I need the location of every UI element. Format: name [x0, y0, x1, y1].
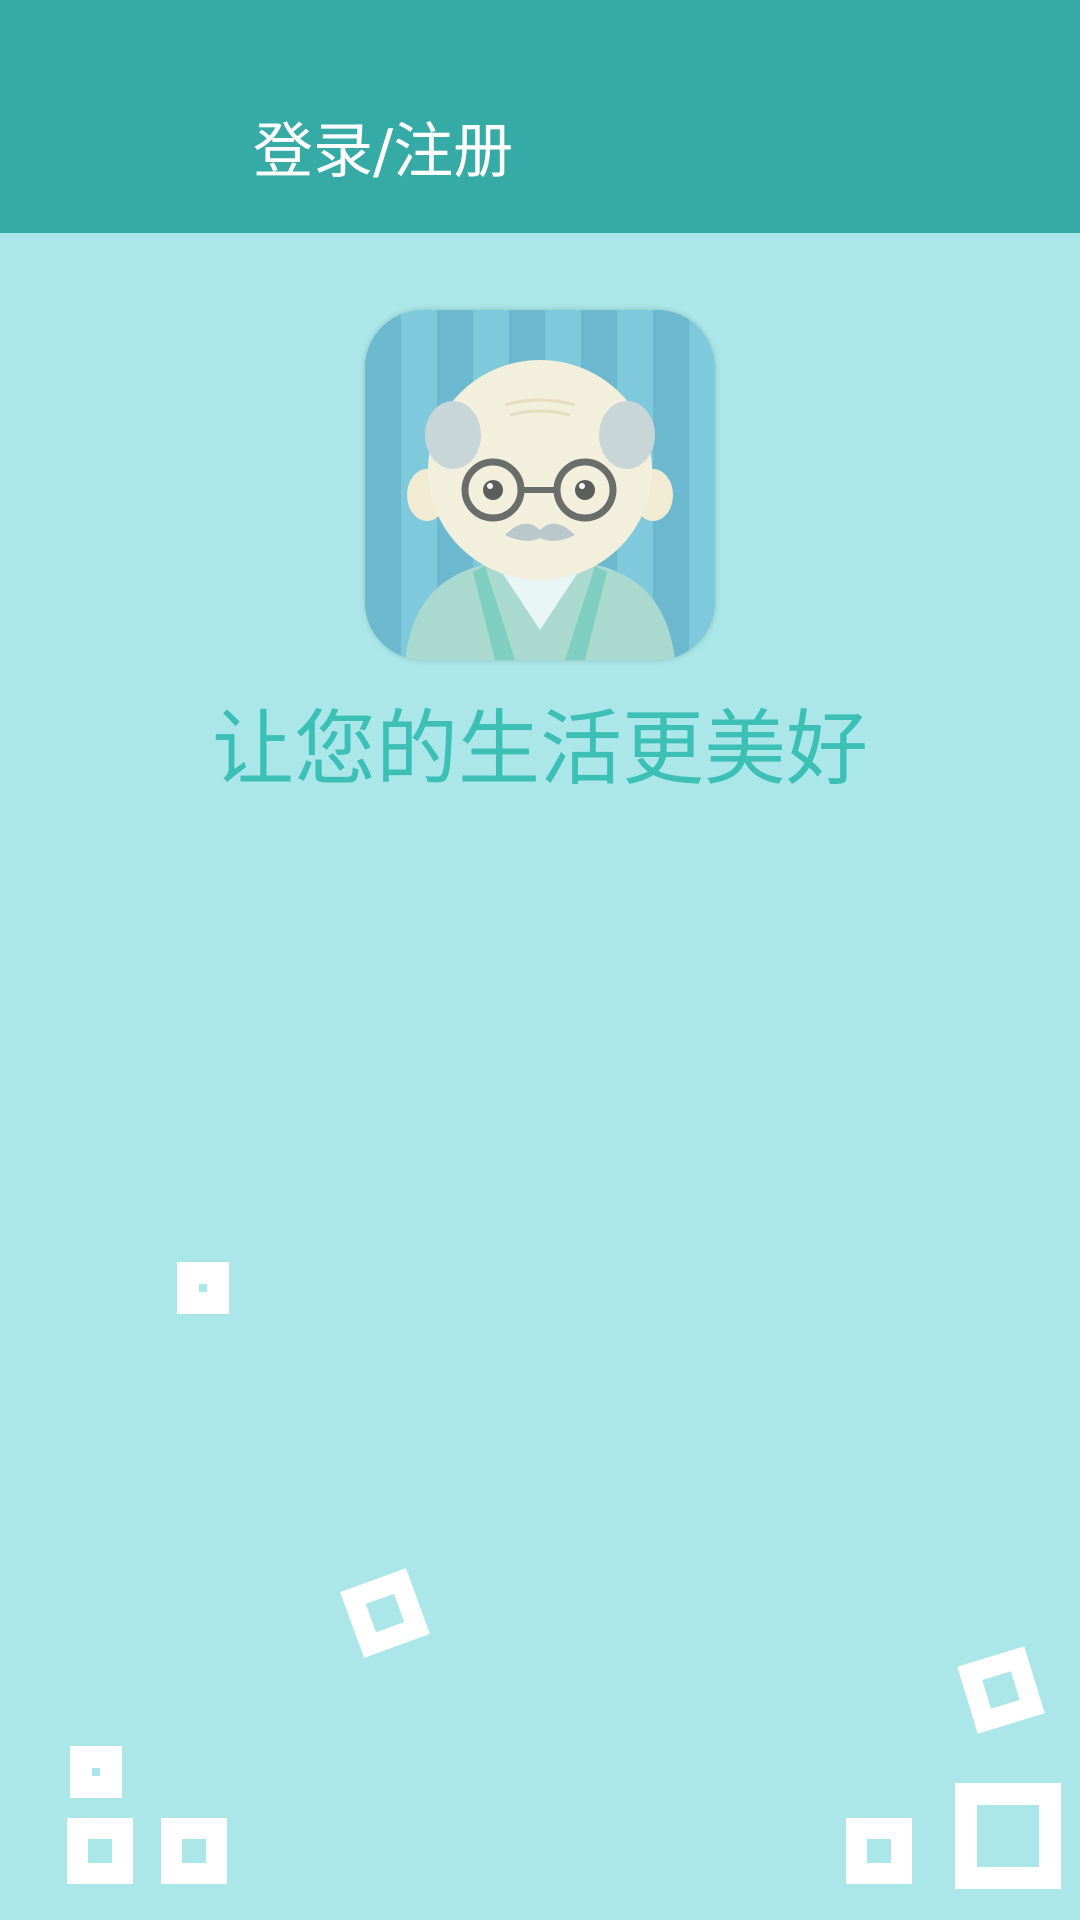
elderly-man-avatar-icon — [365, 310, 715, 660]
header-bar: 登录/注册 — [0, 0, 1080, 233]
decorative-square — [70, 1746, 122, 1798]
decorative-square — [177, 1262, 229, 1314]
decorative-square — [957, 1646, 1045, 1734]
decorative-square — [846, 1818, 912, 1884]
decorative-square — [340, 1568, 430, 1658]
decorative-square — [955, 1783, 1061, 1889]
slogan-text: 让您的生活更美好 — [211, 702, 868, 797]
decorative-square — [161, 1818, 227, 1884]
login-register-title[interactable]: 登录/注册 — [253, 112, 513, 192]
decorative-square — [67, 1818, 133, 1884]
